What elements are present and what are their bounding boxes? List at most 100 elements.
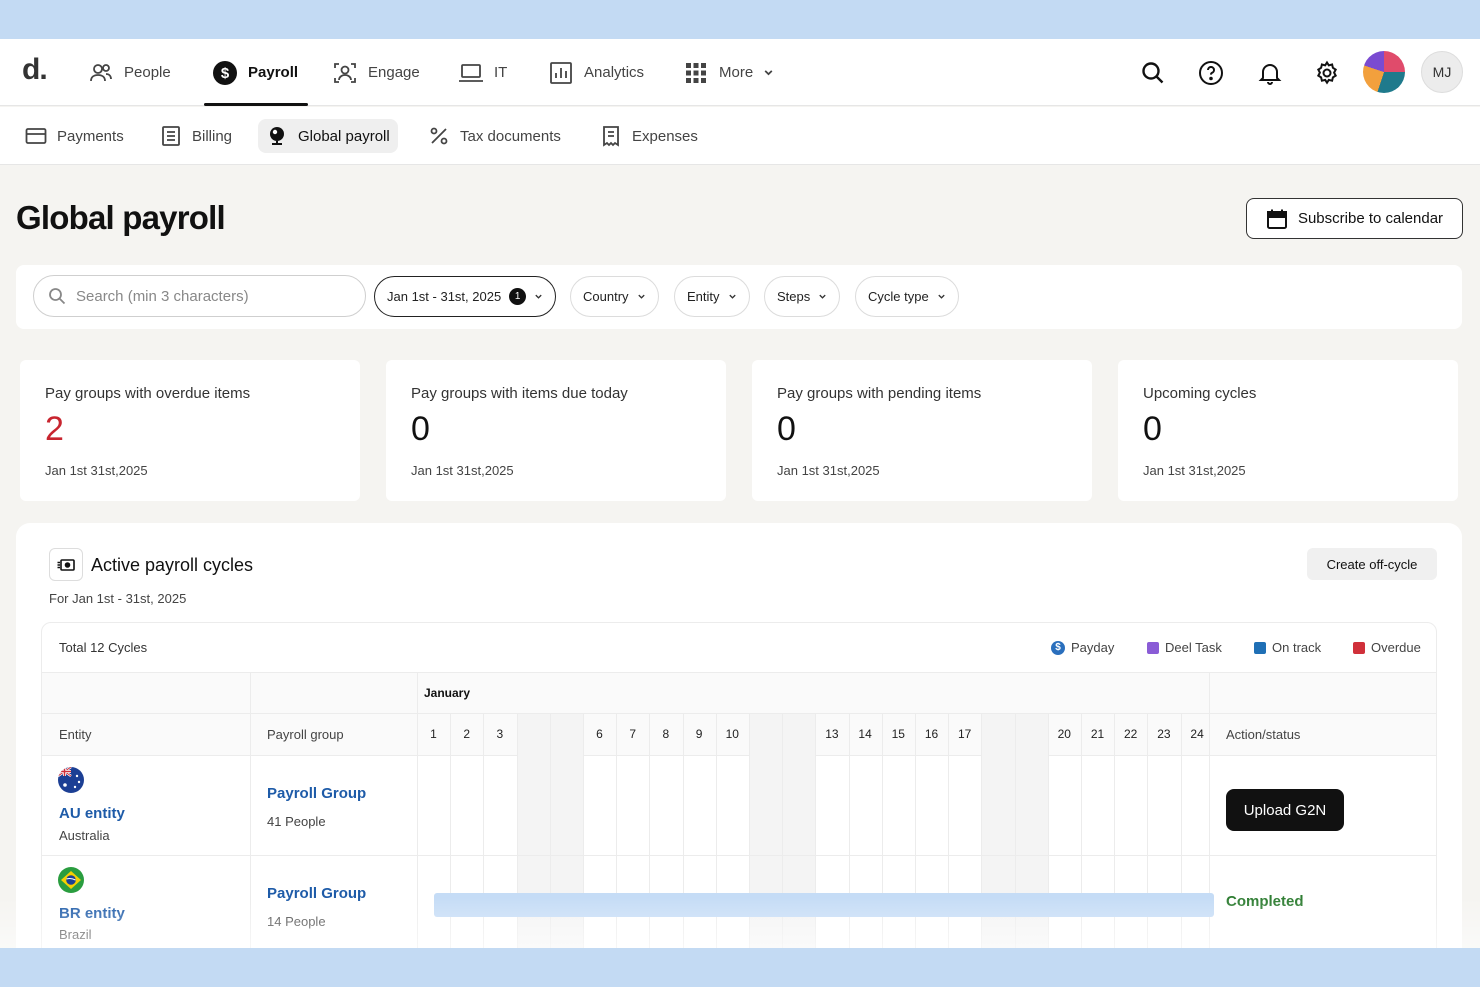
cycles-title: Active payroll cycles (91, 555, 254, 575)
day-label: 23 (1157, 727, 1171, 741)
nav-analytics[interactable]: Analytics (548, 39, 644, 106)
filter-bar: Jan 1st - 31st, 2025 1 Country Entity St… (16, 265, 1462, 329)
subnav-tax-documents-label: Tax documents (460, 127, 561, 145)
legend-swatch (1147, 641, 1159, 654)
active-cycles-panel: Active payroll cycles For Jan 1st - 31st… (16, 523, 1462, 948)
chevron-down-icon (535, 294, 542, 299)
legend-deel-task-label: Deel Task (1165, 640, 1222, 655)
receipt-icon (603, 126, 619, 147)
country-filter[interactable]: Country (570, 276, 659, 317)
cycles-timeline: Total 12 Cycles $ Payday Deel Task On tr… (41, 622, 1437, 948)
create-off-cycle-button[interactable]: Create off-cycle (1307, 548, 1437, 580)
cycle-type-filter-label: Cycle type (868, 289, 929, 304)
payroll-group-people: 41 People (267, 814, 326, 829)
nav-it[interactable]: IT (458, 39, 507, 106)
legend-payday: $ Payday (1051, 640, 1114, 655)
cycle-type-filter[interactable]: Cycle type (855, 276, 959, 317)
organization-avatar[interactable] (1363, 51, 1405, 93)
stat-date: Jan 1st 31st,2025 (411, 463, 514, 478)
entity-link[interactable]: AU entity (59, 805, 125, 822)
steps-filter-label: Steps (777, 289, 811, 304)
bell-icon (1258, 64, 1282, 85)
globe-icon (270, 127, 284, 145)
legend-deel-task: Deel Task (1147, 640, 1222, 655)
nav-payroll[interactable]: $ Payroll (203, 39, 309, 106)
help-button[interactable] (1197, 59, 1225, 87)
stat-label: Pay groups with overdue items (45, 385, 251, 402)
cycle-progress-bar[interactable] (434, 893, 1214, 917)
app-window: d. People $ Payroll Engage IT Analytics … (0, 39, 1480, 948)
nav-more[interactable]: More (683, 39, 774, 106)
subnav-billing[interactable]: Billing (152, 119, 240, 153)
entity-link[interactable]: BR entity (59, 905, 125, 922)
subnav-expenses[interactable]: Expenses (592, 119, 706, 153)
legend-swatch (1353, 641, 1365, 654)
nav-engage-label: Engage (368, 64, 420, 81)
legend-overdue-label: Overdue (1371, 640, 1421, 655)
card-icon (25, 128, 47, 144)
day-label: 17 (958, 727, 972, 741)
stat-date: Jan 1st 31st,2025 (777, 463, 880, 478)
subnav-payments[interactable]: Payments (17, 119, 132, 153)
search-icon (49, 288, 66, 305)
search-button[interactable] (1139, 59, 1167, 87)
steps-filter[interactable]: Steps (764, 276, 841, 317)
subnav-billing-label: Billing (192, 127, 233, 145)
day-label: 15 (891, 727, 905, 741)
nav-people[interactable]: People (88, 39, 171, 106)
stat-date: Jan 1st 31st,2025 (1143, 463, 1246, 478)
subnav-tax-documents[interactable]: Tax documents (420, 119, 569, 153)
day-label: 6 (596, 727, 603, 741)
settings-button[interactable] (1313, 59, 1341, 87)
day-label: 16 (924, 727, 939, 741)
deel-logo[interactable]: d. (22, 53, 48, 87)
search-input[interactable] (76, 287, 336, 305)
search-field[interactable] (33, 275, 366, 317)
page-title: Global payroll (16, 199, 226, 236)
day-label: 10 (725, 727, 739, 741)
billing-icon (162, 126, 180, 146)
subscribe-calendar-button[interactable]: Subscribe to calendar (1246, 198, 1463, 239)
payroll-group-link[interactable]: Payroll Group (267, 785, 366, 802)
nav-it-label: IT (494, 64, 508, 81)
action-column-header: Action/status (1226, 727, 1301, 742)
user-avatar[interactable]: MJ (1421, 51, 1463, 93)
day-label: 2 (463, 727, 471, 741)
date-range-filter[interactable]: Jan 1st - 31st, 2025 1 (374, 276, 557, 317)
svg-text:$: $ (221, 65, 230, 82)
brazil-flag-icon (58, 867, 84, 893)
upload-g2n-button[interactable]: Upload G2N (1226, 789, 1344, 831)
entity-country: Australia (59, 828, 110, 843)
help-icon (1199, 61, 1223, 85)
notifications-button[interactable] (1256, 59, 1284, 87)
subnav-payments-label: Payments (57, 127, 124, 145)
laptop-icon (459, 63, 483, 82)
payroll-group-link[interactable]: Payroll Group (267, 885, 366, 902)
entity-filter[interactable]: Entity (674, 276, 750, 317)
stat-value: 0 (411, 410, 430, 448)
subnav-global-payroll[interactable]: Global payroll (258, 119, 398, 153)
stat-value: 0 (777, 410, 796, 448)
stat-card-overdue[interactable]: Pay groups with overdue items 2 Jan 1st … (20, 360, 360, 501)
dollar-circle-icon: $ (213, 60, 237, 85)
day-label: 8 (662, 727, 670, 741)
legend-on-track: On track (1254, 640, 1321, 655)
day-label: 3 (496, 727, 504, 741)
stat-card-due-today[interactable]: Pay groups with items due today 0 Jan 1s… (386, 360, 726, 501)
nav-more-label: More (719, 64, 754, 81)
column-header-row: Entity Payroll group Action/status 12345… (42, 714, 1436, 756)
nav-engage[interactable]: Engage (332, 39, 420, 106)
total-cycles: Total 12 Cycles (59, 640, 148, 655)
stat-card-pending[interactable]: Pay groups with pending items 0 Jan 1st … (752, 360, 1092, 501)
month-row: January (42, 673, 1436, 714)
stat-card-upcoming[interactable]: Upcoming cycles 0 Jan 1st 31st,2025 (1118, 360, 1458, 501)
entity-country: Brazil (59, 927, 92, 942)
filter-count-badge: 1 (509, 288, 527, 305)
nav-analytics-label: Analytics (584, 64, 645, 81)
day-label: 9 (695, 727, 703, 741)
subnav-global-payroll-label: Global payroll (298, 127, 390, 145)
chevron-down-icon (637, 294, 645, 299)
legend-on-track-label: On track (1272, 640, 1322, 655)
day-label: 21 (1090, 727, 1105, 741)
month-label: January (424, 686, 471, 700)
